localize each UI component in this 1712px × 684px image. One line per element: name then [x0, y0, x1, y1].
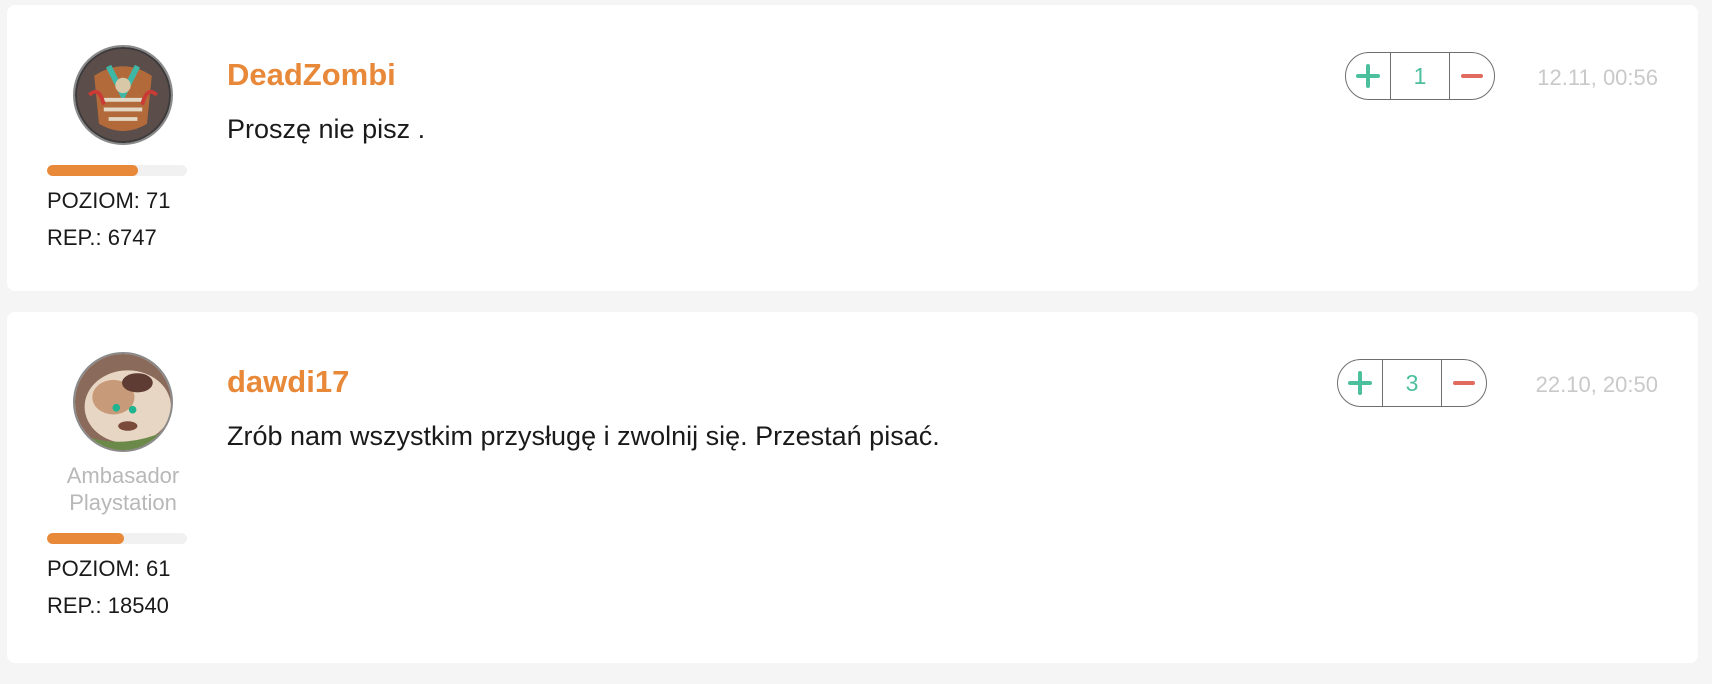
level-progress-fill: [47, 533, 124, 544]
reputation-label: REP.: 18540: [47, 593, 169, 618]
downvote-button[interactable]: [1442, 360, 1486, 406]
comment-card: POZIOM: 71 REP.: 6747 DeadZombi Proszę n…: [7, 5, 1698, 291]
comment-card: Ambasador Playstation POZIOM: 61 REP.: 1…: [7, 312, 1698, 663]
vote-control: 3: [1337, 359, 1487, 407]
vote-control: 1: [1345, 52, 1495, 100]
user-rank: Ambasador Playstation: [66, 463, 180, 515]
username-link[interactable]: DeadZombi: [227, 57, 396, 93]
author-panel: Ambasador Playstation POZIOM: 61 REP.: 1…: [47, 352, 199, 618]
plus-icon: [1348, 371, 1372, 395]
comment-text: Zrób nam wszystkim przysługę i zwolnij s…: [227, 421, 940, 451]
vote-count: 3: [1382, 360, 1442, 406]
upvote-button[interactable]: [1346, 53, 1390, 99]
level-label: POZIOM: 61: [47, 556, 171, 581]
avatar-image: [75, 47, 171, 143]
level-label: POZIOM: 71: [47, 188, 171, 213]
vote-count: 1: [1390, 53, 1450, 99]
author-panel: POZIOM: 71 REP.: 6747: [47, 45, 199, 250]
reputation-label: REP.: 6747: [47, 225, 157, 250]
timestamp: 22.10, 20:50: [1535, 372, 1658, 397]
avatar-image: [75, 354, 171, 450]
avatar[interactable]: [73, 352, 173, 452]
minus-icon: [1453, 381, 1475, 385]
avatar[interactable]: [73, 45, 173, 145]
level-progress-bar: [47, 165, 187, 176]
comment-text: Proszę nie pisz .: [227, 114, 426, 144]
username-link[interactable]: dawdi17: [227, 364, 349, 400]
minus-icon: [1461, 74, 1483, 78]
timestamp: 12.11, 00:56: [1537, 65, 1658, 90]
level-progress-bar: [47, 533, 187, 544]
upvote-button[interactable]: [1338, 360, 1382, 406]
level-progress-fill: [47, 165, 138, 176]
downvote-button[interactable]: [1450, 53, 1494, 99]
plus-icon: [1356, 64, 1380, 88]
